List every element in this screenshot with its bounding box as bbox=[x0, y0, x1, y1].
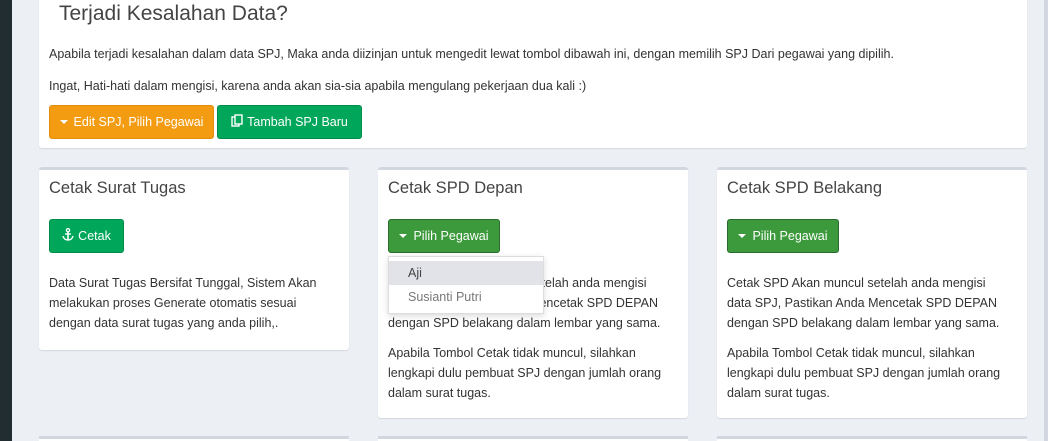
edit-spj-button[interactable]: Edit SPJ, Pilih Pegawai bbox=[49, 105, 214, 139]
anchor-icon bbox=[62, 227, 74, 244]
caret-down-icon bbox=[738, 234, 747, 238]
dropdown-item-aji[interactable]: Aji bbox=[389, 261, 543, 285]
card-title: Cetak SPD Depan bbox=[388, 179, 523, 197]
select-employee-button[interactable]: Pilih Pegawai bbox=[388, 219, 500, 253]
info-text-1: Apabila terjadi kesalahan dalam data SPJ… bbox=[49, 47, 894, 61]
add-spj-label: Tambah SPJ Baru bbox=[247, 115, 348, 129]
next-card bbox=[717, 436, 1027, 441]
caret-down-icon bbox=[59, 120, 68, 124]
sidebar-edge bbox=[0, 0, 12, 441]
text-line: lengkapi dulu pembuat SPJ dengan jumlah … bbox=[388, 366, 662, 380]
next-card bbox=[39, 436, 349, 441]
text-line: dalam surat tugas. bbox=[727, 386, 830, 400]
card-title: Cetak SPD Belakang bbox=[727, 179, 883, 197]
scrollbar-track[interactable] bbox=[1044, 0, 1048, 441]
copy-icon bbox=[231, 114, 243, 130]
next-card bbox=[378, 436, 688, 441]
error-info-box: Terjadi Kesalahan Data? Apabila terjadi … bbox=[39, 0, 1027, 148]
select-employee-button[interactable]: Pilih Pegawai bbox=[727, 219, 839, 253]
card-note: Apabila Tombol Cetak tidak muncul, silah… bbox=[727, 343, 1000, 403]
text-line: dengan SPD belakang dalam lembar yang sa… bbox=[727, 316, 1000, 330]
card-spd-belakang: Cetak SPD Belakang Pilih Pegawai Cetak S… bbox=[717, 167, 1027, 418]
select-employee-label: Pilih Pegawai bbox=[752, 229, 828, 243]
text-line: Apabila Tombol Cetak tidak muncul, silah… bbox=[727, 346, 975, 360]
text-line: dalam surat tugas. bbox=[388, 386, 491, 400]
print-label: Cetak bbox=[78, 229, 111, 243]
edit-spj-label: Edit SPJ, Pilih Pegawai bbox=[73, 115, 204, 129]
add-spj-button[interactable]: Tambah SPJ Baru bbox=[217, 105, 362, 139]
info-text-2: Ingat, Hati-hati dalam mengisi, karena a… bbox=[49, 79, 587, 93]
card-note: Apabila Tombol Cetak tidak muncul, silah… bbox=[388, 343, 661, 403]
text-line: lengkapi dulu pembuat SPJ dengan jumlah … bbox=[727, 366, 1001, 380]
text-line: Data Surat Tugas Bersifat Tunggal, Siste… bbox=[49, 276, 317, 290]
caret-down-icon bbox=[399, 234, 408, 238]
select-employee-label: Pilih Pegawai bbox=[413, 229, 489, 243]
employee-dropdown-menu: Aji Susianti Putri bbox=[388, 256, 544, 314]
text-line: dengan SPD belakang dalam lembar yang sa… bbox=[388, 316, 661, 330]
card-description: Data Surat Tugas Bersifat Tunggal, Siste… bbox=[49, 273, 317, 333]
text-line: data SPJ, Pastikan Anda Mencetak SPD DEP… bbox=[727, 296, 998, 310]
box-title: Terjadi Kesalahan Data? bbox=[59, 2, 288, 25]
text-line: dengan data surat tugas yang anda pilih,… bbox=[49, 316, 279, 330]
text-line: melakukan proses Generate otomatis sesua… bbox=[49, 296, 297, 310]
card-description: Cetak SPD Akan muncul setelah anda mengi… bbox=[727, 273, 999, 333]
card-title: Cetak Surat Tugas bbox=[49, 179, 186, 197]
text-line: Cetak SPD Akan muncul setelah anda mengi… bbox=[727, 276, 986, 290]
dropdown-item-susianti-putri[interactable]: Susianti Putri bbox=[389, 285, 543, 309]
text-line: Apabila Tombol Cetak tidak muncul, silah… bbox=[388, 346, 636, 360]
print-button[interactable]: Cetak bbox=[49, 219, 124, 253]
card-surat-tugas: Cetak Surat Tugas Cetak Data Surat Tugas… bbox=[39, 167, 349, 350]
